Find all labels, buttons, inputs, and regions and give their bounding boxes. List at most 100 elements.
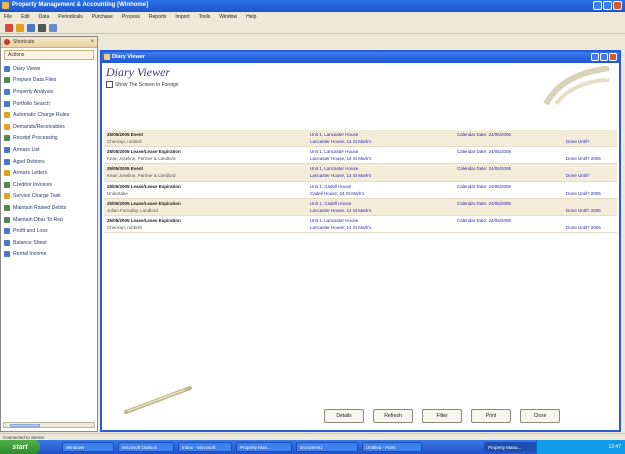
shortcuts-icon xyxy=(4,39,10,45)
letter-icon xyxy=(4,170,10,177)
diary-entry[interactable]: 25/05/2005 Lease/Lease Expiration Checkup… xyxy=(104,216,617,234)
viewer-icon xyxy=(104,54,110,60)
entry-property: Lancaster House, 14 St Mark's xyxy=(310,173,372,179)
menu-item[interactable]: Process xyxy=(122,14,140,20)
sidebar-section[interactable]: Actions xyxy=(4,50,94,60)
app-title-bar[interactable]: Property Management & Accounting [Winhom… xyxy=(0,0,625,12)
taskbar-item[interactable]: Property Man... xyxy=(236,442,292,452)
menu-item[interactable]: Help xyxy=(246,14,256,20)
sidebar-item[interactable]: Property Analysis xyxy=(4,86,97,98)
start-button[interactable]: start xyxy=(0,440,40,454)
checkbox-box[interactable] xyxy=(106,81,113,88)
sidebar-item[interactable]: Maintain Raised Debits xyxy=(4,202,97,214)
sidebar-section-label: Actions xyxy=(8,52,25,58)
menu-item[interactable]: File xyxy=(4,14,12,20)
entry-calendar-date: Calendar Date: 24/05/2006 xyxy=(457,217,512,223)
close-button[interactable]: Close xyxy=(520,409,560,423)
taskbar-item[interactable]: Inbox - Microsoft xyxy=(178,442,232,452)
print-button[interactable]: Print xyxy=(471,409,511,423)
filter-button[interactable]: Filter xyxy=(422,409,462,423)
sidebar-item[interactable]: Arrears List xyxy=(4,144,97,156)
sidebar-item[interactable]: Creditor Invoices xyxy=(4,179,97,191)
sidebar-item-label: Service Charge Task xyxy=(13,193,61,200)
entry-date-type: 25/05/2005 Lease/Lease Expiration xyxy=(107,217,181,223)
diary-entry[interactable]: 25/05/2005 Lease/Lease Expiration Kean Jo… xyxy=(104,147,617,165)
taskbar-item[interactable]: Untitled - Paint xyxy=(362,442,422,452)
sidebar-item[interactable]: Portfolio Search xyxy=(4,98,97,110)
menu-item[interactable]: Data xyxy=(39,14,50,20)
entry-done-until: Done Until? xyxy=(566,173,590,179)
save-icon[interactable] xyxy=(49,23,57,32)
menu-item[interactable]: Reports xyxy=(149,14,167,20)
diary-entry[interactable]: 25/05/2005 Event Kean Joseline, Partner &… xyxy=(104,164,617,182)
menu-item[interactable]: Periodicals xyxy=(58,14,82,20)
sidebar-item-label: Balance Sheet xyxy=(13,239,47,246)
taskbar-item[interactable]: Microsoft Outlook xyxy=(118,442,174,452)
taskbar-item[interactable]: Windows xyxy=(62,442,114,452)
viewer-window-controls xyxy=(591,53,617,61)
viewer-maximize-button[interactable] xyxy=(600,53,608,61)
income-icon xyxy=(4,251,10,258)
entry-property: Lancaster House, 14 St Mark's xyxy=(310,224,372,230)
diary-entry[interactable]: 25/05/2005 Lease/Lease Expiration Underta… xyxy=(104,182,617,199)
diary-entry[interactable]: 25/05/2005 Event Checkup, rubbish Unit 1, … xyxy=(104,130,617,148)
sidebar-item-label: Diary Views xyxy=(13,65,41,72)
viewer-minimize-button[interactable] xyxy=(591,53,599,61)
menu-item[interactable]: Purchase xyxy=(92,14,113,20)
entry-calendar-date: Calendar Date: 24/05/2006 xyxy=(457,183,512,189)
task-icon xyxy=(4,193,10,200)
chart-icon xyxy=(4,88,10,95)
details-button[interactable]: Details xyxy=(324,409,364,423)
sidebar-item[interactable]: Receipt Processing xyxy=(4,133,97,145)
scrollbar-thumb[interactable] xyxy=(10,424,40,427)
sidebar-item[interactable]: Service Charge Task xyxy=(4,191,97,203)
sidebar-item-label: Arrears List xyxy=(13,146,40,153)
menu-item[interactable]: Edit xyxy=(21,14,30,20)
sidebar-item[interactable]: Automatic Charge Rules xyxy=(4,109,97,121)
clock: 12:47 xyxy=(608,444,621,450)
new-icon[interactable] xyxy=(5,23,13,32)
entry-unit: Unit 1, Lancaster House xyxy=(310,166,359,172)
diary-entry[interactable]: 25/05/2005 Lease/Lease Expiration Julian … xyxy=(104,198,617,216)
sidebar-item[interactable]: Rental Income xyxy=(4,249,97,261)
viewer-close-button[interactable] xyxy=(609,53,617,61)
taskbar-item[interactable]: Document1 xyxy=(296,442,358,452)
menu-item[interactable]: Tools xyxy=(199,14,211,20)
sidebar-list: Diary Views Prepare Data Files Property An… xyxy=(1,63,97,260)
print-icon[interactable] xyxy=(27,23,35,32)
file-icon xyxy=(4,77,10,84)
entry-date-type: 25/05/2005 Event xyxy=(107,132,144,137)
refresh-button[interactable]: Refresh xyxy=(373,409,413,423)
sidebar-item[interactable]: Balance Sheet xyxy=(4,237,97,249)
taskbar-item[interactable]: Property Mana... xyxy=(484,442,536,452)
list-icon xyxy=(4,146,10,153)
maximize-button[interactable] xyxy=(603,1,612,10)
entry-date-type: 25/05/2005 Lease/Lease Expiration xyxy=(107,149,181,155)
open-icon[interactable] xyxy=(16,23,24,32)
viewer-title-bar[interactable]: Diary Viewer xyxy=(102,52,619,63)
clock-icon xyxy=(4,158,10,165)
search-icon xyxy=(4,100,10,107)
sidebar-item[interactable]: Prepare Data Files xyxy=(4,75,97,87)
foreign-checkbox[interactable]: Show The Screen In Foreign xyxy=(106,81,179,88)
sidebar-item[interactable]: Aged Debtors xyxy=(4,156,97,168)
sidebar-item[interactable]: Demands/Receivables xyxy=(4,121,97,133)
entry-done-until: Done Until? xyxy=(566,139,590,144)
calendar-icon xyxy=(4,65,10,72)
entry-property: Lancaster House, 14 St Mark's xyxy=(310,207,372,213)
menu-item[interactable]: Import xyxy=(175,14,189,20)
menu-item[interactable]: Window xyxy=(219,14,237,20)
close-button[interactable] xyxy=(613,1,622,10)
sidebar-close-button[interactable]: × xyxy=(90,39,94,45)
sidebar-item[interactable]: Maintain Dbar To Rep xyxy=(4,214,97,226)
search-icon[interactable] xyxy=(38,23,46,32)
entry-unit: Unit 1, Lancaster House xyxy=(310,217,359,223)
page-title: Diary Viewer xyxy=(106,65,171,79)
sidebar-item-label: Demands/Receivables xyxy=(13,123,65,130)
sidebar-item[interactable]: Arrears Letters xyxy=(4,167,97,179)
minimize-button[interactable] xyxy=(593,1,602,10)
sidebar-item[interactable]: Diary Views xyxy=(4,63,97,75)
entry-property: Lancaster House, 14 St Mark's xyxy=(310,156,372,162)
sidebar-scrollbar[interactable] xyxy=(3,422,95,428)
sidebar-item[interactable]: Profit and Loss xyxy=(4,225,97,237)
